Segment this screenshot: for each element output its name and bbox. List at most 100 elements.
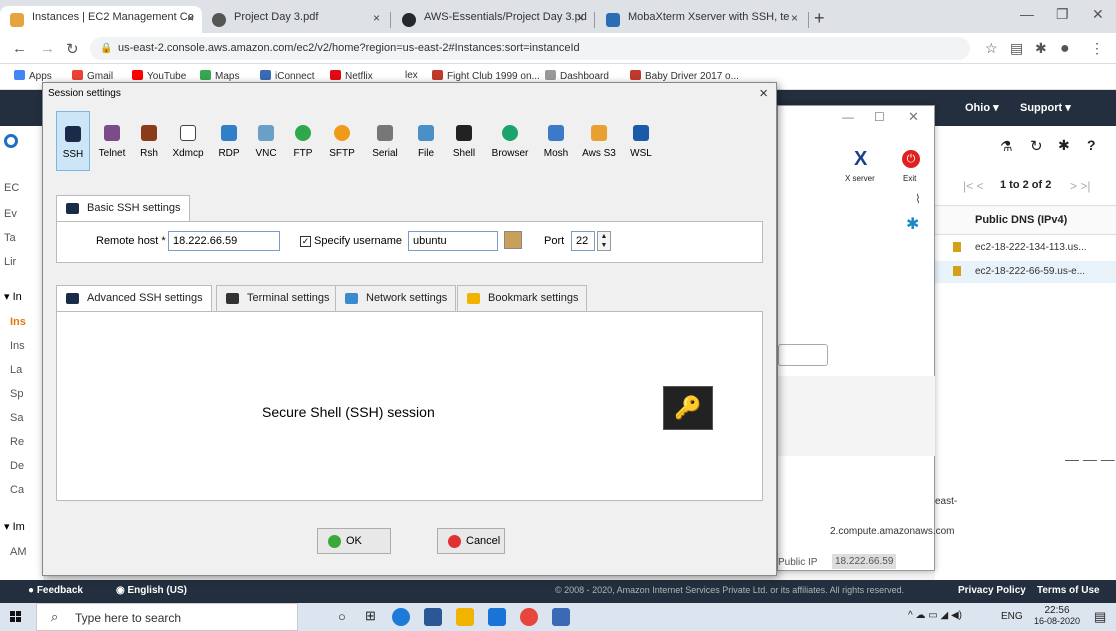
sidebar-item[interactable]: Ca xyxy=(10,484,24,496)
session-type-serial[interactable]: Serial xyxy=(364,111,406,171)
privacy-policy-link[interactable]: Privacy Policy xyxy=(958,585,1026,596)
sidebar-item[interactable]: EC xyxy=(4,182,19,194)
sidebar-item[interactable]: Ta xyxy=(4,232,16,244)
xserver-icon[interactable]: X xyxy=(854,148,867,171)
mobaxterm-taskbar-icon[interactable] xyxy=(552,608,570,626)
close-tab-icon[interactable]: × xyxy=(791,11,798,25)
chrome-icon[interactable] xyxy=(520,608,538,626)
edge-icon[interactable] xyxy=(392,608,410,626)
minimize-icon[interactable]: — xyxy=(1020,6,1034,22)
table-row[interactable]: ec2-18-222-66-59.us-e... xyxy=(975,266,1085,277)
support-menu[interactable]: Support ▾ xyxy=(1020,101,1071,114)
tab-advanced-ssh-settings[interactable]: Advanced SSH settings xyxy=(56,285,212,312)
session-type-ftp[interactable]: FTP xyxy=(286,111,320,171)
cancel-button[interactable]: Cancel xyxy=(437,528,505,554)
bookmark-netflix[interactable]: Netflix xyxy=(330,70,373,82)
bookmark-iconnect[interactable]: iConnect xyxy=(260,70,314,82)
tab-github-project[interactable]: AWS-Essentials/Project Day 3.pd × xyxy=(392,6,592,33)
user-picker-icon[interactable] xyxy=(504,231,522,249)
close-tab-icon[interactable]: × xyxy=(577,11,584,25)
tab-ec2-instances[interactable]: Instances | EC2 Management Co × xyxy=(0,6,202,33)
store-icon[interactable] xyxy=(424,608,442,626)
feedback-link[interactable]: ● Feedback xyxy=(28,585,83,596)
url-bar[interactable]: 🔒 us-east-2.console.aws.amazon.com/ec2/v… xyxy=(90,37,970,60)
bookmark-maps[interactable]: Maps xyxy=(200,70,239,82)
language-indicator[interactable]: ENG xyxy=(1001,611,1023,622)
specify-username-checkbox[interactable]: ✓ Specify username xyxy=(300,235,402,247)
input-field[interactable] xyxy=(778,344,828,366)
restore-icon[interactable]: ❐ xyxy=(1056,6,1069,23)
session-type-wsl[interactable]: WSL xyxy=(624,111,658,171)
extension-icon[interactable]: ▤ xyxy=(1010,40,1023,57)
session-type-ssh[interactable]: SSH xyxy=(56,111,90,171)
forward-arrow-icon[interactable]: → xyxy=(40,40,55,57)
power-exit-icon[interactable]: ⏻ xyxy=(902,150,920,168)
sidebar-item[interactable]: Re xyxy=(10,436,24,448)
region-selector[interactable]: Ohio ▾ xyxy=(965,101,999,114)
sidebar-item[interactable]: Ev xyxy=(4,208,17,220)
windows-start-icon[interactable] xyxy=(10,611,22,623)
close-tab-icon[interactable]: × xyxy=(373,11,380,25)
cortana-icon[interactable]: ○ xyxy=(338,609,346,624)
clock[interactable]: 22:56 16-08-2020 xyxy=(1034,605,1080,626)
session-type-file[interactable]: File xyxy=(409,111,443,171)
prev-page-icon[interactable]: |< < xyxy=(963,179,983,193)
reload-icon[interactable]: ↻ xyxy=(66,40,79,58)
moba-close-icon[interactable]: ✕ xyxy=(908,109,919,125)
next-page-icon[interactable]: > >| xyxy=(1070,179,1090,193)
sidebar-item[interactable]: Sa xyxy=(10,412,23,424)
paperclip-icon[interactable]: ⌇ xyxy=(915,192,921,206)
tab-project-pdf[interactable]: Project Day 3.pdf × xyxy=(202,6,388,33)
sidebar-group[interactable]: ▾ In xyxy=(4,290,22,303)
sidebar-group[interactable]: ▾ Im xyxy=(4,520,25,533)
tab-mobaxterm[interactable]: MobaXterm Xserver with SSH, te × xyxy=(596,6,806,33)
tab-network-settings[interactable]: Network settings xyxy=(335,285,457,311)
session-type-sftp[interactable]: SFTP xyxy=(323,111,361,171)
session-type-rdp[interactable]: RDP xyxy=(212,111,246,171)
new-tab-button[interactable]: + xyxy=(814,8,825,29)
sidebar-item[interactable]: Lir xyxy=(4,256,16,268)
bookmark-fight-club[interactable]: Fight Club 1999 on... xyxy=(432,70,540,82)
sidebar-item[interactable]: La xyxy=(10,364,22,376)
remote-host-input[interactable] xyxy=(168,231,280,251)
drag-handle-icon[interactable]: — — — xyxy=(1065,451,1115,467)
port-stepper[interactable]: ▲ ▼ xyxy=(597,231,611,251)
session-type-aws-s3[interactable]: Aws S3 xyxy=(577,111,621,171)
bookmark-gmail[interactable]: Gmail xyxy=(72,70,113,82)
session-type-mosh[interactable]: Mosh xyxy=(538,111,574,171)
taskbar-search[interactable]: ⌕ Type here to search xyxy=(36,603,298,631)
tray-icons[interactable]: ^ ☁ ▭ ◢ ◀) xyxy=(908,610,962,621)
mail-icon[interactable] xyxy=(488,608,506,626)
moba-minimize-icon[interactable]: — xyxy=(842,110,854,124)
help-icon[interactable]: ? xyxy=(1087,137,1096,153)
close-tab-icon[interactable]: × xyxy=(187,11,194,25)
file-explorer-icon[interactable] xyxy=(456,608,474,626)
menu-kebab-icon[interactable]: ⋮ xyxy=(1090,40,1104,57)
window-close-icon[interactable]: ✕ xyxy=(1092,6,1104,23)
port-input[interactable] xyxy=(571,231,595,251)
task-view-icon[interactable]: ⊞ xyxy=(365,608,376,624)
settings-gear-icon[interactable]: ✱ xyxy=(906,214,919,234)
session-type-telnet[interactable]: Telnet xyxy=(93,111,131,171)
star-icon[interactable]: ☆ xyxy=(985,40,998,57)
puzzle-icon[interactable]: ✱ xyxy=(1035,40,1047,57)
tab-terminal-settings[interactable]: Terminal settings xyxy=(216,285,339,311)
session-type-shell[interactable]: Shell xyxy=(446,111,482,171)
tab-bookmark-settings[interactable]: Bookmark settings xyxy=(457,285,588,311)
ok-button[interactable]: OK xyxy=(317,528,391,554)
sidebar-item[interactable]: De xyxy=(10,460,24,472)
session-type-vnc[interactable]: VNC xyxy=(249,111,283,171)
sidebar-item[interactable]: Ins xyxy=(10,340,25,352)
sidebar-item[interactable]: AM xyxy=(10,546,27,558)
basic-ssh-settings-tab[interactable]: Basic SSH settings xyxy=(56,195,190,222)
table-row[interactable]: ec2-18-222-134-113.us... xyxy=(975,242,1087,253)
profile-icon[interactable]: ● xyxy=(1060,40,1070,58)
bookmark-youtube[interactable]: YouTube xyxy=(132,70,186,82)
notifications-icon[interactable]: ▤ xyxy=(1094,609,1106,625)
session-type-browser[interactable]: Browser xyxy=(485,111,535,171)
bookmark-baby-driver[interactable]: Baby Driver 2017 o... xyxy=(630,70,739,82)
language-selector[interactable]: ◉ English (US) xyxy=(116,585,187,596)
sidebar-item-active[interactable]: Ins xyxy=(10,316,26,328)
refresh-icon[interactable]: ↻ xyxy=(1030,137,1043,155)
dialog-close-icon[interactable]: × xyxy=(759,85,768,102)
